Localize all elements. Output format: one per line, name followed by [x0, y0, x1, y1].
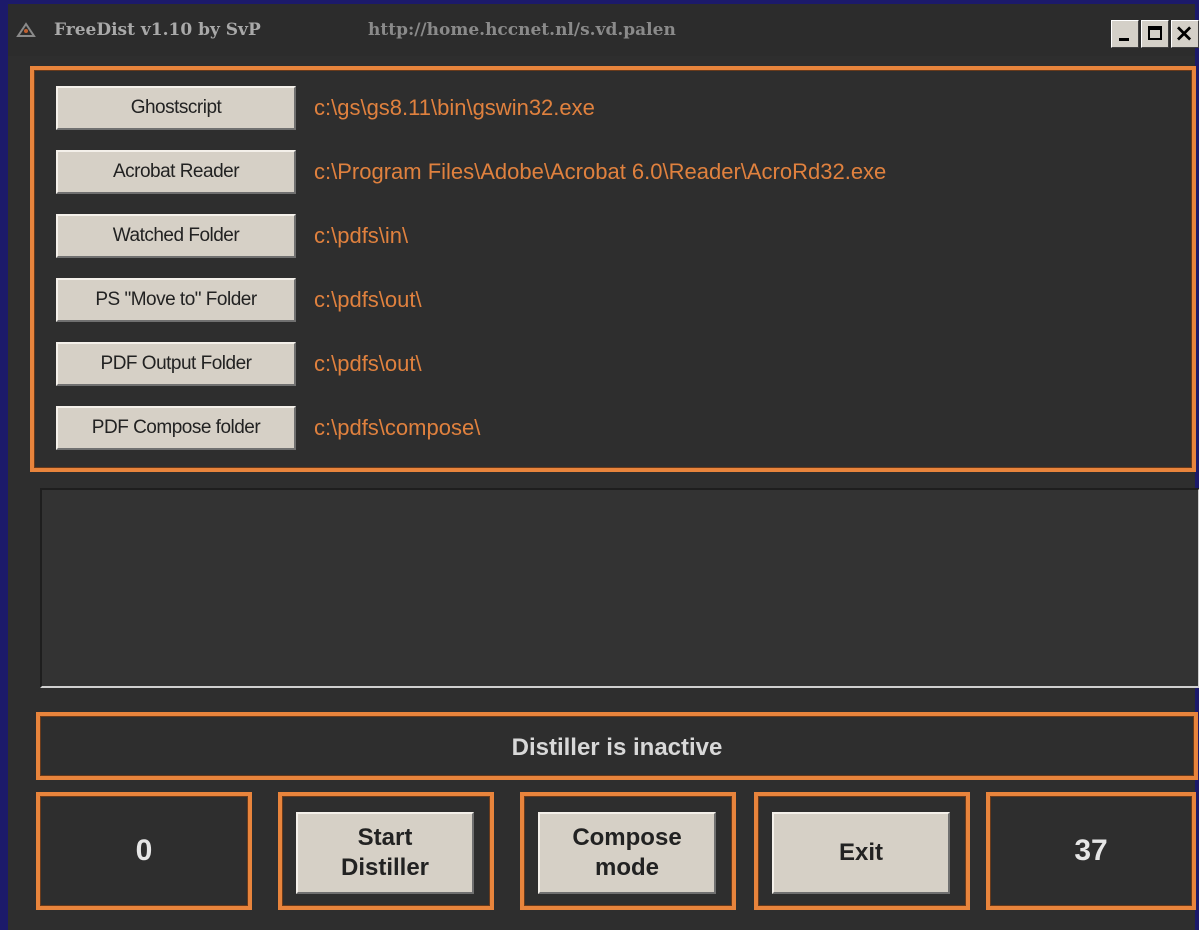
left-counter-panel: 0 — [36, 792, 252, 910]
start-distiller-button[interactable]: Start Distiller — [296, 812, 474, 894]
window-url: http://home.hccnet.nl/s.vd.palen — [368, 20, 676, 40]
compose-mode-button[interactable]: Compose mode — [538, 812, 716, 894]
acrobat-reader-path: c:\Program Files\Adobe\Acrobat 6.0\Reade… — [314, 159, 887, 184]
app-icon — [16, 22, 36, 37]
freedist-window: FreeDist v1.10 by SvP http://home.hccnet… — [0, 0, 1199, 930]
watched-folder-path: c:\pdfs\in\ — [314, 223, 409, 248]
pdf-compose-folder-button[interactable]: PDF Compose folder — [56, 406, 296, 450]
exit-panel: Exit — [754, 792, 970, 910]
ps-move-to-folder-path: c:\pdfs\out\ — [314, 287, 422, 312]
watched-folder-button[interactable]: Watched Folder — [56, 214, 296, 258]
path-row-pdf-compose-folder: PDF Compose folder c:\pdfs\compose\ — [48, 406, 1178, 450]
pdf-compose-folder-path: c:\pdfs\compose\ — [314, 415, 481, 440]
path-row-ghostscript: Ghostscript c:\gs\gs8.11\bin\gswin32.exe — [48, 86, 1178, 130]
pdf-output-folder-button[interactable]: PDF Output Folder — [56, 342, 296, 386]
path-row-acrobat-reader: Acrobat Reader c:\Program Files\Adobe\Ac… — [48, 150, 1178, 194]
right-counter-panel: 37 — [986, 792, 1196, 910]
window-title: FreeDist v1.10 by SvP — [54, 20, 261, 40]
right-counter: 37 — [1074, 834, 1108, 867]
log-area[interactable] — [40, 488, 1199, 688]
path-row-pdf-output-folder: PDF Output Folder c:\pdfs\out\ — [48, 342, 1178, 386]
title-bar[interactable]: FreeDist v1.10 by SvP http://home.hccnet… — [8, 4, 1199, 56]
ps-move-to-folder-button[interactable]: PS "Move to" Folder — [56, 278, 296, 322]
ghostscript-path: c:\gs\gs8.11\bin\gswin32.exe — [314, 95, 595, 120]
window-controls: × — [1111, 19, 1199, 48]
ghostscript-button[interactable]: Ghostscript — [56, 86, 296, 130]
maximize-icon — [1148, 26, 1162, 40]
exit-button[interactable]: Exit — [772, 812, 950, 894]
left-counter: 0 — [135, 834, 153, 867]
acrobat-reader-button[interactable]: Acrobat Reader — [56, 150, 296, 194]
pdf-output-folder-path: c:\pdfs\out\ — [314, 351, 422, 376]
close-icon: × — [1174, 19, 1195, 47]
minimize-icon — [1119, 38, 1129, 41]
status-text: Distiller is inactive — [511, 734, 723, 761]
path-row-watched-folder: Watched Folder c:\pdfs\in\ — [48, 214, 1178, 258]
minimize-button[interactable] — [1111, 20, 1139, 48]
close-button[interactable]: × — [1171, 19, 1199, 48]
path-row-ps-move-to-folder: PS "Move to" Folder c:\pdfs\out\ — [48, 278, 1178, 322]
compose-mode-panel: Compose mode — [520, 792, 736, 910]
status-panel: Distiller is inactive — [36, 712, 1198, 780]
maximize-button[interactable] — [1141, 20, 1169, 48]
start-distiller-panel: Start Distiller — [278, 792, 494, 910]
